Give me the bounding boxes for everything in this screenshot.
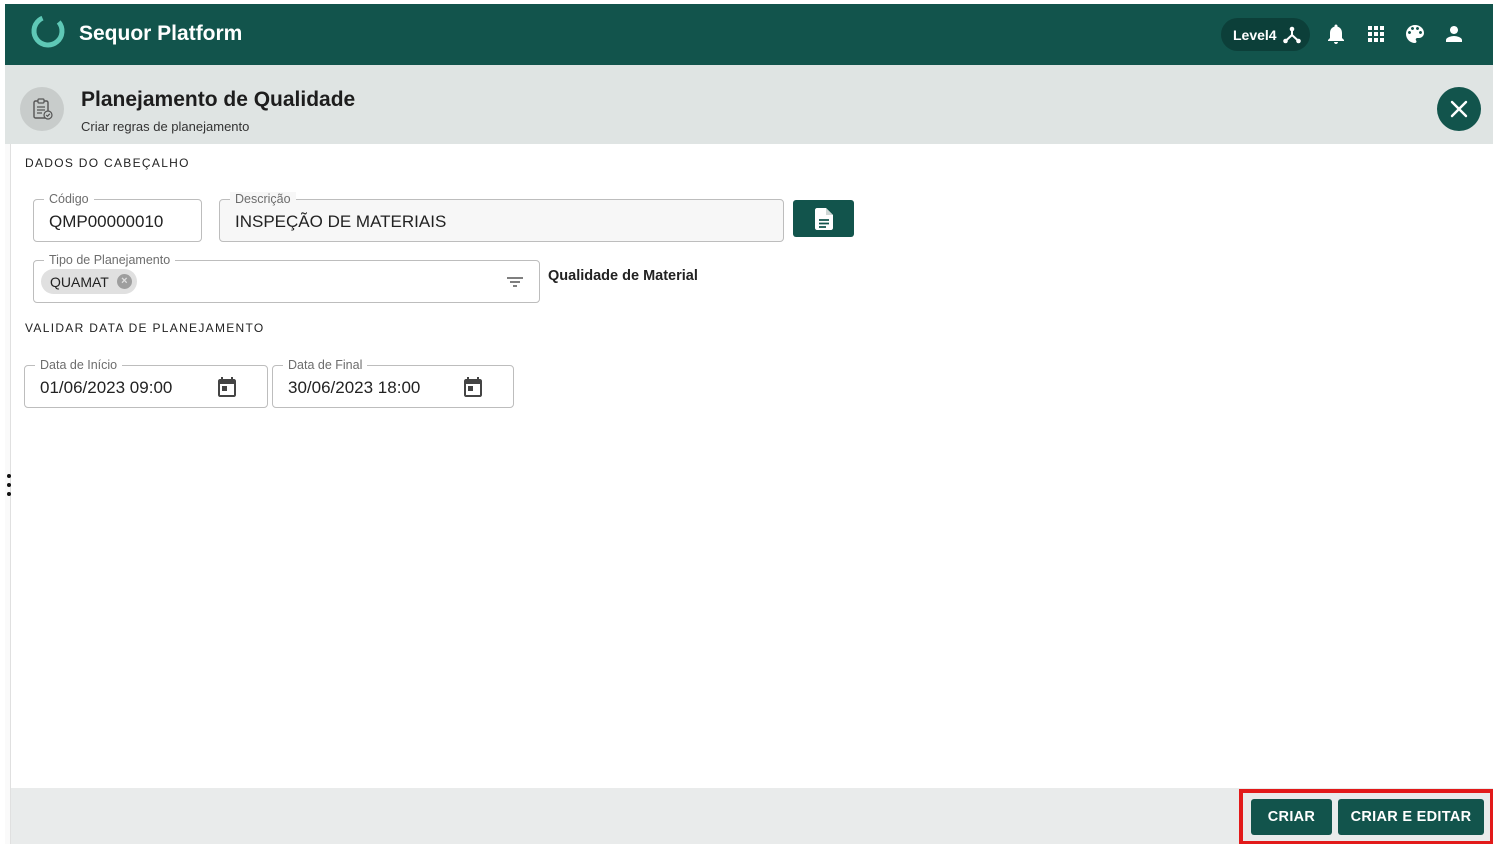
- data-final-value: 30/06/2023 18:00: [288, 378, 421, 397]
- data-final-field[interactable]: Data de Final 30/06/2023 18:00: [272, 358, 514, 408]
- section-header-label: DADOS DO CABEÇALHO: [25, 156, 190, 170]
- calendar-icon[interactable]: [215, 375, 239, 399]
- descricao-field[interactable]: Descrição INSPEÇÃO DE MATERIAIS: [219, 192, 784, 242]
- close-icon: [1450, 100, 1468, 118]
- document-icon: [814, 207, 833, 230]
- app-frame: Sequor Platform Level4 Planejamento de Q…: [5, 4, 1493, 844]
- descricao-value: INSPEÇÃO DE MATERIAIS: [235, 212, 447, 231]
- filter-list-icon[interactable]: [505, 273, 525, 291]
- tipo-chip[interactable]: QUAMAT ×: [41, 269, 137, 294]
- create-and-edit-button[interactable]: CRIAR E EDITAR: [1338, 799, 1484, 835]
- user-icon[interactable]: [1442, 22, 1466, 46]
- page-subtitle: Criar regras de planejamento: [81, 119, 250, 134]
- create-button[interactable]: CRIAR: [1251, 799, 1332, 835]
- chip-remove-icon[interactable]: ×: [116, 274, 132, 289]
- app-bar: Sequor Platform Level4: [5, 4, 1493, 65]
- calendar-icon[interactable]: [461, 375, 485, 399]
- hierarchy-icon: [1283, 26, 1301, 44]
- data-final-label: Data de Final: [283, 358, 368, 372]
- tipo-planejamento-label: Tipo de Planejamento: [44, 253, 176, 267]
- data-inicio-field[interactable]: Data de Início 01/06/2023 09:00: [24, 358, 268, 408]
- codigo-field[interactable]: Código QMP00000010: [33, 192, 202, 242]
- descricao-label: Descrição: [230, 192, 296, 206]
- data-inicio-value: 01/06/2023 09:00: [40, 378, 173, 397]
- page-header: Planejamento de Qualidade Criar regras d…: [5, 65, 1493, 144]
- logo-ring-icon[interactable]: [30, 13, 66, 49]
- codigo-value: QMP00000010: [49, 212, 164, 231]
- page-title: Planejamento de Qualidade: [81, 88, 356, 111]
- palette-icon[interactable]: [1403, 22, 1427, 46]
- app-title[interactable]: Sequor Platform: [79, 22, 242, 46]
- document-button[interactable]: [793, 200, 854, 237]
- data-inicio-label: Data de Início: [35, 358, 123, 372]
- more-vert-icon[interactable]: [5, 474, 13, 496]
- level-label: Level4: [1233, 26, 1277, 43]
- level-selector[interactable]: Level4: [1221, 18, 1310, 51]
- tipo-planejamento-field[interactable]: Tipo de Planejamento QUAMAT ×: [33, 253, 540, 303]
- apps-grid-icon[interactable]: [1364, 22, 1388, 46]
- bell-icon[interactable]: [1324, 22, 1348, 46]
- tipo-description: Qualidade de Material: [548, 268, 698, 284]
- clipboard-check-icon: [20, 87, 64, 131]
- close-button[interactable]: [1437, 87, 1481, 131]
- codigo-label: Código: [44, 192, 94, 206]
- tipo-chip-label: QUAMAT: [50, 273, 109, 290]
- section-validity-label: VALIDAR DATA DE PLANEJAMENTO: [25, 321, 265, 335]
